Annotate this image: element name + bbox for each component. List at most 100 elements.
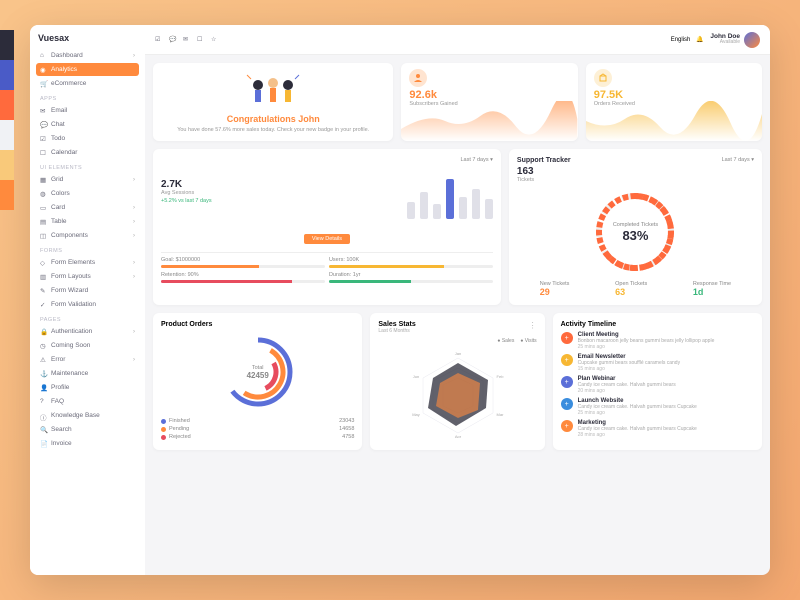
sidebar-item-ecommerce[interactable]: 🛒eCommerce <box>36 77 139 90</box>
tracker-stat: New Tickets29 <box>540 281 570 297</box>
congrats-subtitle: You have done 57.6% more sales today. Ch… <box>177 127 369 133</box>
orders-value: 97.5K <box>594 89 754 101</box>
orders-card: 97.5K Orders Received <box>586 63 762 141</box>
chevron-icon: › <box>133 357 135 363</box>
sidebar-item-profile[interactable]: 👤Profile <box>36 381 139 394</box>
tracker-dropdown[interactable]: Last 7 days ▾ <box>722 157 754 164</box>
timeline-item: +Plan WebinarCandy ice cream cake. Halva… <box>561 376 754 394</box>
cart-icon: 🛒 <box>40 80 47 87</box>
mail-icon[interactable]: ✉ <box>183 36 191 44</box>
view-details-button[interactable]: View Details <box>304 234 350 244</box>
sidebar-item-todo[interactable]: ☑Todo <box>36 132 139 145</box>
sidebar-item-chat[interactable]: 💬Chat <box>36 118 139 131</box>
sidebar-item-calendar[interactable]: ☐Calendar <box>36 146 139 159</box>
check-icon[interactable]: ☑ <box>155 36 163 44</box>
sidebar-item-email[interactable]: ✉Email <box>36 104 139 117</box>
chevron-icon: › <box>133 274 135 280</box>
chevron-icon: › <box>133 53 135 59</box>
help-icon: ? <box>40 398 47 405</box>
sidebar-item-table[interactable]: ▤Table› <box>36 215 139 228</box>
chevron-icon: › <box>133 233 135 239</box>
chevron-icon: › <box>133 329 135 335</box>
sidebar-item-analytics[interactable]: ◉Analytics <box>36 63 139 76</box>
topbar: ☑ 💬 ✉ ☐ ☆ English 🔔 John Doe Available <box>145 25 770 55</box>
sidebar-item-card[interactable]: ▭Card› <box>36 201 139 214</box>
sidebar-item-dashboard[interactable]: ⌂Dashboard› <box>36 49 139 62</box>
users-icon <box>409 69 427 87</box>
celebration-illustration <box>243 71 303 111</box>
sidebar-item-form-layouts[interactable]: ▥Form Layouts› <box>36 270 139 283</box>
sidebar-item-authentication[interactable]: 🔒Authentication› <box>36 325 139 338</box>
sidebar-item-form-elements[interactable]: ◇Form Elements› <box>36 256 139 269</box>
anchor-icon: ⚓ <box>40 370 47 377</box>
sidebar-item-search[interactable]: 🔍Search <box>36 423 139 436</box>
metric: Goal: $1000000 <box>161 257 325 268</box>
timeline-item: +Launch WebsiteCandy ice cream cake. Hal… <box>561 398 754 416</box>
tracker-title: Support Tracker <box>517 157 571 164</box>
chat-icon[interactable]: 💬 <box>169 36 177 44</box>
orders-title: Product Orders <box>161 321 354 328</box>
sidebar-item-grid[interactable]: ▦Grid› <box>36 173 139 186</box>
subscribers-sparkline <box>401 101 577 141</box>
card-icon: ▭ <box>40 204 47 211</box>
sidebar-item-coming-soon[interactable]: ◷Coming Soon <box>36 339 139 352</box>
sidebar-item-form-wizard[interactable]: ✎Form Wizard <box>36 284 139 297</box>
metric: Retention: 90% <box>161 272 325 283</box>
activity-timeline-card: Activity Timeline +Client MeetingBonbon … <box>553 313 762 450</box>
avatar <box>744 32 760 48</box>
table-icon: ▤ <box>40 218 47 225</box>
metric: Duration: 1yr <box>329 272 493 283</box>
timeline-item: +MarketingCandy ice cream cake. Halvah g… <box>561 420 754 438</box>
app-window: Vuesax ⌂Dashboard›◉Analytics🛒eCommerce A… <box>30 25 770 575</box>
sidebar-item-maintenance[interactable]: ⚓Maintenance <box>36 367 139 380</box>
user-menu[interactable]: John Doe Available <box>710 32 760 48</box>
bell-icon[interactable]: 🔔 <box>696 36 704 44</box>
legend-row: Finished23043 <box>161 418 354 424</box>
sidebar-item-colors[interactable]: ◍Colors <box>36 187 139 200</box>
sidebar-item-faq[interactable]: ?FAQ <box>36 395 139 408</box>
tracker-tickets-label: Tickets <box>517 177 754 183</box>
congrats-card: Congratulations John You have done 57.6%… <box>153 63 393 141</box>
section-label: FORMS <box>40 248 139 254</box>
sidebar-item-invoice[interactable]: 📄Invoice <box>36 437 139 450</box>
sidebar-item-knowledge-base[interactable]: ⓘKnowledge Base <box>36 409 139 422</box>
metric: Users: 100K <box>329 257 493 268</box>
language-selector[interactable]: English <box>671 37 691 43</box>
gauge-value: 83% <box>622 228 648 243</box>
wizard-icon: ✎ <box>40 287 47 294</box>
tracker-tickets: 163 <box>517 166 754 177</box>
calendar-icon: ☐ <box>40 149 47 156</box>
sales-radar: JanFebMar AprMayJun <box>408 348 508 438</box>
tracker-stat: Response Time1d <box>693 281 731 297</box>
timeline-dot-icon: + <box>561 420 573 432</box>
chevron-icon: › <box>133 205 135 211</box>
avg-dropdown[interactable]: Last 7 days ▾ <box>407 157 493 163</box>
sidebar-item-error[interactable]: ⚠Error› <box>36 353 139 366</box>
check-icon: ☑ <box>40 135 47 142</box>
calendar-icon[interactable]: ☐ <box>197 36 205 44</box>
timeline-dot-icon: + <box>561 332 573 344</box>
svg-text:Mar: Mar <box>496 412 504 417</box>
svg-text:May: May <box>412 412 420 417</box>
sidebar-item-components[interactable]: ◫Components› <box>36 229 139 242</box>
info-icon: ⓘ <box>40 412 47 419</box>
home-icon: ⌂ <box>40 52 47 59</box>
sidebar-item-form-validation[interactable]: ✓Form Validation <box>36 298 139 311</box>
subscribers-value: 92.6k <box>409 89 569 101</box>
lock-icon: 🔒 <box>40 328 47 335</box>
brand-logo: Vuesax <box>36 33 139 43</box>
sidebar: Vuesax ⌂Dashboard›◉Analytics🛒eCommerce A… <box>30 25 145 575</box>
user-status: Available <box>710 40 740 46</box>
star-icon[interactable]: ☆ <box>211 36 219 44</box>
legend-row: Pending14658 <box>161 426 354 432</box>
tracker-stat: Open Tickets63 <box>615 281 647 297</box>
sales-key-1: ● Sales <box>497 338 514 344</box>
product-orders-card: Product Orders Total 42459 Finished23043… <box>153 313 362 450</box>
main-area: ☑ 💬 ✉ ☐ ☆ English 🔔 John Doe Available <box>145 25 770 575</box>
more-icon[interactable]: ⋮ <box>529 321 537 338</box>
avg-value: 2.7K <box>161 179 212 190</box>
congrats-title: Congratulations John <box>227 114 320 124</box>
subscribers-card: 92.6k Subscribers Gained <box>401 63 577 141</box>
section-label: APPS <box>40 96 139 102</box>
svg-text:Feb: Feb <box>496 374 504 379</box>
